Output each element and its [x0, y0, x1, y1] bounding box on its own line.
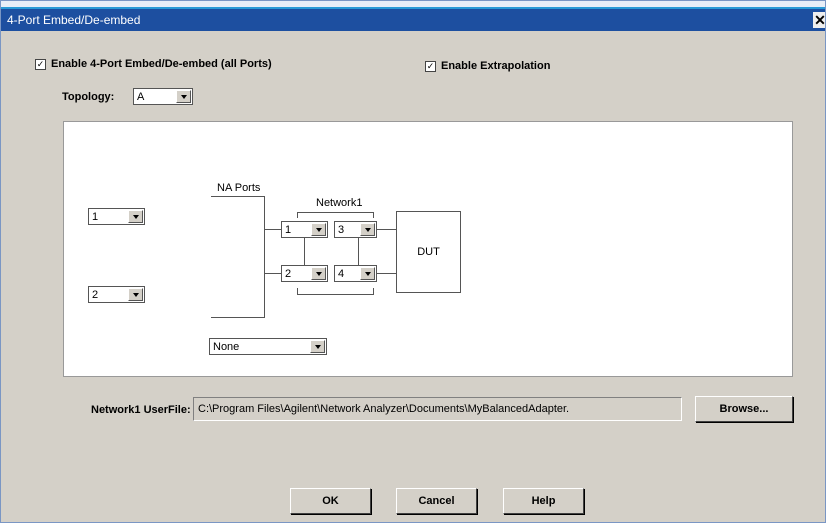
network-port-4-value: 4	[338, 268, 345, 280]
network-link-right	[358, 238, 359, 265]
na-port-bottom-value: 2	[92, 289, 99, 301]
userfile-label: Network1 UserFile:	[91, 404, 191, 416]
na-ports-bracket-bottom	[211, 317, 265, 318]
network-bracket-top	[297, 212, 374, 213]
top-strip	[1, 1, 825, 9]
connector-port1	[265, 229, 281, 230]
enable-extrapolation-label[interactable]: Enable Extrapolation	[441, 60, 550, 72]
na-ports-bracket-vertical	[264, 196, 265, 318]
na-port-bottom-select[interactable]: 2	[88, 286, 145, 303]
network-port-3-select[interactable]: 3	[334, 221, 377, 238]
network-bracket-top-right	[373, 212, 374, 218]
network-select[interactable]: None	[209, 338, 327, 355]
na-port-top-select[interactable]: 1	[88, 208, 145, 225]
chevron-down-icon[interactable]	[360, 267, 375, 280]
window-title: 4-Port Embed/De-embed	[7, 13, 141, 27]
cancel-button[interactable]: Cancel	[396, 488, 477, 514]
network-port-2-value: 2	[285, 268, 292, 280]
enable-extrapolation-checkbox[interactable]: ✓	[425, 61, 436, 72]
dut-box: DUT	[396, 211, 461, 293]
connector-port4-dut	[377, 273, 396, 274]
network-port-1-value: 1	[285, 224, 292, 236]
na-ports-label: NA Ports	[217, 182, 261, 194]
connector-port3-dut	[377, 229, 396, 230]
na-ports-bracket-top	[211, 196, 265, 197]
network-bracket-bottom	[297, 294, 374, 295]
chevron-down-icon[interactable]	[360, 223, 375, 236]
chevron-down-icon[interactable]	[310, 340, 325, 353]
network-bracket-bottom-left	[297, 288, 298, 294]
topology-label: Topology:	[62, 91, 115, 103]
na-port-top-value: 1	[92, 211, 99, 223]
network-port-3-value: 3	[338, 224, 345, 236]
userfile-path-field[interactable]: C:\Program Files\Agilent\Network Analyze…	[193, 397, 682, 421]
network-bracket-top-left	[297, 212, 298, 218]
network1-label: Network1	[316, 197, 363, 209]
chevron-down-icon[interactable]	[176, 90, 191, 103]
ok-button[interactable]: OK	[290, 488, 371, 514]
chevron-down-icon[interactable]	[311, 223, 326, 236]
title-bar[interactable]: 4-Port Embed/De-embed ✕	[1, 9, 825, 31]
network-port-4-select[interactable]: 4	[334, 265, 377, 282]
network-link-left	[304, 238, 305, 265]
network-port-2-select[interactable]: 2	[281, 265, 328, 282]
enable-embed-checkbox[interactable]: ✓	[35, 59, 46, 70]
close-icon[interactable]: ✕	[813, 12, 825, 28]
topology-select[interactable]: A	[133, 88, 193, 105]
chevron-down-icon[interactable]	[128, 210, 143, 223]
chevron-down-icon[interactable]	[311, 267, 326, 280]
browse-button[interactable]: Browse...	[695, 396, 793, 422]
chevron-down-icon[interactable]	[128, 288, 143, 301]
enable-embed-label[interactable]: Enable 4-Port Embed/De-embed (all Ports)	[51, 58, 272, 70]
network-bracket-bottom-right	[373, 288, 374, 294]
connector-port2	[265, 273, 281, 274]
topology-value: A	[137, 91, 145, 103]
help-button[interactable]: Help	[503, 488, 584, 514]
network-port-1-select[interactable]: 1	[281, 221, 328, 238]
network-select-value: None	[213, 341, 240, 353]
embed-deembed-dialog: 4-Port Embed/De-embed ✕ ✓ Enable 4-Port …	[0, 0, 826, 523]
